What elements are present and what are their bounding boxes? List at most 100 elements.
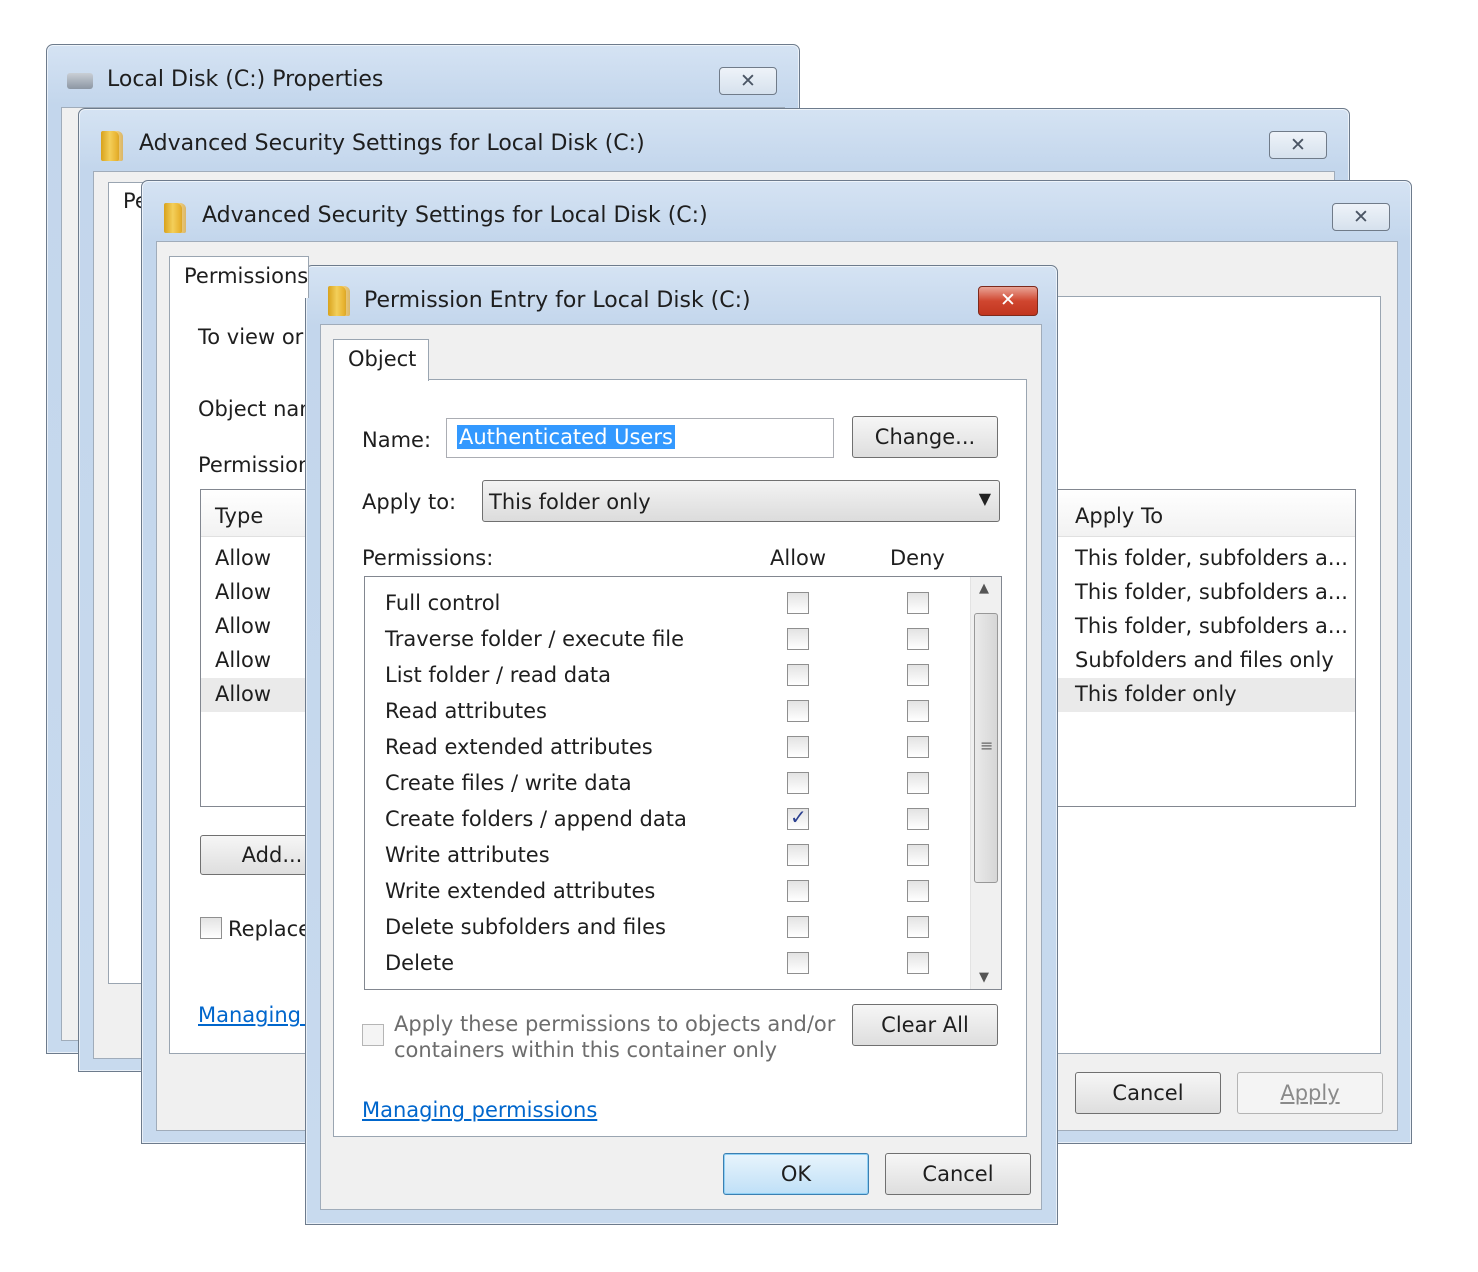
deny-checkbox[interactable]	[907, 844, 929, 866]
properties-title: Local Disk (C:) Properties	[107, 67, 384, 92]
drive-icon	[67, 73, 93, 89]
allow-checkbox[interactable]	[787, 880, 809, 902]
scroll-up-icon[interactable]: ▲	[979, 581, 989, 596]
permission-name: Traverse folder / execute file	[385, 627, 685, 651]
name-value: Authenticated Users	[457, 425, 675, 449]
deny-checkbox[interactable]	[907, 700, 929, 722]
entry-type: Allow	[215, 580, 272, 604]
list-item: Create files / write data	[365, 765, 969, 801]
apply-to-select[interactable]: This folder only ▼	[482, 480, 1000, 522]
permission-name: Write extended attributes	[385, 879, 656, 903]
entry-apply-to: This folder, subfolders a...	[1075, 580, 1348, 604]
permission-name: Delete	[385, 951, 454, 975]
object-name-label: Object nam	[198, 397, 320, 421]
name-field[interactable]: Authenticated Users	[446, 418, 834, 458]
allow-checkbox[interactable]	[787, 844, 809, 866]
ok-button[interactable]: OK	[723, 1153, 869, 1195]
deny-checkbox[interactable]	[907, 736, 929, 758]
replace-checkbox[interactable]	[200, 917, 222, 939]
list-item: Delete subfolders and files	[365, 909, 969, 945]
replace-label: Replace	[228, 917, 312, 941]
entry-apply-to: Subfolders and files only	[1075, 648, 1334, 672]
permission-entries-label: Permission	[198, 453, 312, 477]
dialog-client: Object Name: Authenticated Users Change.…	[320, 324, 1042, 1210]
folder-icon	[164, 203, 186, 233]
allow-checkbox[interactable]	[787, 772, 809, 794]
deny-checkbox[interactable]	[907, 772, 929, 794]
deny-checkbox[interactable]	[907, 880, 929, 902]
entry-apply-to: This folder, subfolders a...	[1075, 546, 1348, 570]
allow-checkbox[interactable]	[787, 805, 809, 830]
permission-name: Create files / write data	[385, 771, 632, 795]
adv-titlebar[interactable]: Advanced Security Settings for Local Dis…	[142, 181, 1411, 241]
list-item: Full control	[365, 585, 969, 621]
dialog-title: Permission Entry for Local Disk (C:)	[364, 288, 751, 313]
adv-back-titlebar[interactable]: Advanced Security Settings for Local Dis…	[79, 109, 1349, 169]
deny-checkbox[interactable]	[907, 592, 929, 614]
apply-button[interactable]: Apply	[1237, 1072, 1383, 1114]
entry-apply-to: This folder only	[1075, 682, 1237, 706]
allow-checkbox[interactable]	[787, 952, 809, 974]
deny-header: Deny	[890, 546, 945, 570]
permissions-list[interactable]: Full control Traverse folder / execute fi…	[364, 576, 1002, 990]
entry-type: Allow	[215, 614, 272, 638]
allow-checkbox[interactable]	[787, 664, 809, 686]
properties-close-button[interactable]: ✕	[719, 67, 777, 95]
allow-checkbox[interactable]	[787, 916, 809, 938]
chevron-down-icon: ▼	[978, 489, 991, 508]
deny-checkbox[interactable]	[907, 664, 929, 686]
scroll-down-icon[interactable]: ▼	[979, 970, 989, 985]
deny-checkbox[interactable]	[907, 808, 929, 830]
list-item: Write attributes	[365, 837, 969, 873]
adv-back-close-button[interactable]: ✕	[1269, 131, 1327, 159]
tab-permissions[interactable]: Permissions	[169, 256, 309, 298]
list-item: Read extended attributes	[365, 729, 969, 765]
object-panel: Name: Authenticated Users Change... Appl…	[333, 379, 1027, 1137]
allow-header: Allow	[770, 546, 827, 570]
tab-object[interactable]: Object	[333, 339, 429, 381]
list-item: List folder / read data	[365, 657, 969, 693]
managing-permissions-link[interactable]: Managing permissions	[362, 1098, 597, 1122]
deny-checkbox[interactable]	[907, 628, 929, 650]
apply-to-label: Apply to:	[362, 490, 457, 514]
properties-titlebar[interactable]: Local Disk (C:) Properties ✕	[47, 45, 799, 105]
list-item: Traverse folder / execute file	[365, 621, 969, 657]
allow-checkbox[interactable]	[787, 592, 809, 614]
deny-checkbox[interactable]	[907, 952, 929, 974]
permission-name: Read attributes	[385, 699, 547, 723]
permission-name: Delete subfolders and files	[385, 915, 666, 939]
permissions-label: Permissions:	[362, 546, 494, 570]
managing-permissions-link[interactable]: Managing p	[198, 1003, 321, 1027]
allow-checkbox[interactable]	[787, 628, 809, 650]
permissions-rows: Full control Traverse folder / execute fi…	[365, 577, 969, 989]
allow-checkbox[interactable]	[787, 736, 809, 758]
apply-container-label-line1: Apply these permissions to objects and/o…	[394, 1012, 836, 1036]
list-item: Read attributes	[365, 693, 969, 729]
cancel-button[interactable]: Cancel	[1075, 1072, 1221, 1114]
adv-description: To view or	[198, 325, 304, 349]
name-label: Name:	[362, 428, 432, 452]
dialog-titlebar[interactable]: Permission Entry for Local Disk (C:) ✕	[306, 266, 1057, 326]
column-apply-to[interactable]: Apply To	[1075, 504, 1163, 528]
allow-checkbox[interactable]	[787, 700, 809, 722]
apply-container-checkbox[interactable]	[362, 1024, 384, 1046]
column-type[interactable]: Type	[215, 504, 263, 528]
folder-icon	[101, 131, 123, 161]
apply-container-label-line2: containers within this container only	[394, 1038, 778, 1062]
permission-entry-dialog: Permission Entry for Local Disk (C:) ✕ O…	[305, 265, 1058, 1225]
permission-name: List folder / read data	[385, 663, 612, 687]
dialog-close-button[interactable]: ✕	[978, 286, 1038, 316]
permission-name: Full control	[385, 591, 501, 615]
change-button[interactable]: Change...	[852, 416, 998, 458]
clear-all-button[interactable]: Clear All	[852, 1004, 998, 1046]
deny-checkbox[interactable]	[907, 916, 929, 938]
list-item: Delete	[365, 945, 969, 981]
adv-back-title: Advanced Security Settings for Local Dis…	[139, 131, 645, 156]
scrollbar[interactable]: ▲ ≡ ▼	[970, 577, 1001, 989]
cancel-button[interactable]: Cancel	[885, 1153, 1031, 1195]
scrollbar-thumb[interactable]: ≡	[974, 613, 998, 883]
entry-type: Allow	[215, 648, 272, 672]
adv-close-button[interactable]: ✕	[1332, 203, 1390, 231]
apply-to-value: This folder only	[489, 490, 651, 514]
entry-apply-to: This folder, subfolders a...	[1075, 614, 1348, 638]
